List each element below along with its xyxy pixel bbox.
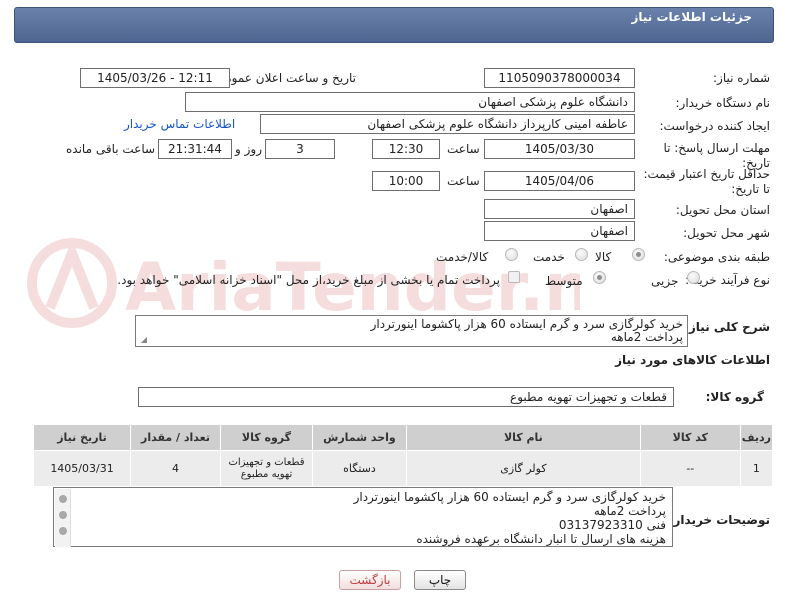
col-item-code: کد کالا bbox=[639, 424, 741, 451]
category-label: طبقه بندی موضوعی: bbox=[663, 250, 770, 264]
province-field: اصفهان bbox=[484, 199, 635, 219]
description-textarea[interactable]: خرید کولرگازی سرد و گرم ایستاده 60 هزار … bbox=[135, 315, 688, 347]
category-goods-label: کالا bbox=[595, 250, 612, 264]
buyer-notes-line-1: خرید کولرگازی سرد و گرم ایستاده 60 هزار … bbox=[353, 490, 666, 504]
cell-item-code: -- bbox=[639, 450, 741, 487]
col-item-group: گروه کالا bbox=[220, 424, 313, 451]
buyer-notes-scrollbar[interactable] bbox=[55, 489, 71, 547]
days-label: روز و bbox=[235, 142, 262, 156]
category-service-label: خدمت bbox=[533, 250, 565, 264]
requester-field: عاطفه امینی کارپرداز دانشگاه علوم پزشکی … bbox=[260, 114, 635, 134]
page-title: جزئیات اطلاعات نیاز bbox=[631, 10, 752, 24]
table-row[interactable]: 1 -- کولر گازی دستگاه قطعات و تجهیزات ته… bbox=[32, 450, 774, 487]
category-service-radio[interactable] bbox=[575, 248, 588, 261]
treasury-payment-checkbox[interactable] bbox=[508, 271, 520, 283]
goods-section-title: اطلاعات کالاهای مورد نیاز bbox=[615, 353, 770, 367]
category-goods-service-radio[interactable] bbox=[505, 248, 518, 261]
scroll-thumb-icon[interactable] bbox=[59, 511, 67, 519]
announce-label: تاریخ و ساعت اعلان عمومی: bbox=[211, 71, 356, 85]
scroll-up-icon[interactable] bbox=[59, 495, 67, 503]
purchase-minor-radio[interactable] bbox=[687, 271, 700, 284]
resize-grip-icon[interactable]: ◢ bbox=[139, 336, 147, 344]
buyer-notes-label: توضیحات خریدار: bbox=[668, 513, 770, 527]
deadline-time-field: 12:30 bbox=[372, 139, 440, 159]
category-goods-radio[interactable] bbox=[632, 248, 645, 261]
back-button[interactable]: بازگشت bbox=[339, 570, 401, 590]
cell-quantity: 4 bbox=[130, 450, 221, 487]
category-goods-service-label: کالا/خدمت bbox=[436, 250, 489, 264]
price-time-label: ساعت bbox=[447, 174, 480, 188]
contact-info-link[interactable]: اطلاعات تماس خریدار bbox=[124, 117, 235, 131]
need-number-label: شماره نیاز: bbox=[713, 71, 770, 85]
buyer-org-field: دانشگاه علوم پزشکی اصفهان bbox=[185, 92, 635, 112]
buyer-notes-line-4: هزینه های ارسال تا انبار دانشگاه برعهده … bbox=[416, 532, 666, 546]
requester-label: ایجاد کننده درخواست: bbox=[659, 119, 770, 133]
buyer-org-label: نام دستگاه خریدار: bbox=[675, 96, 771, 110]
remaining-label: ساعت باقی مانده bbox=[66, 142, 156, 156]
buyer-notes-textarea[interactable]: خرید کولرگازی سرد و گرم ایستاده 60 هزار … bbox=[53, 487, 673, 547]
col-need-date: تاریخ نیاز bbox=[32, 424, 132, 451]
table-header-row: ردیف کد کالا نام کالا واحد شمارش گروه کا… bbox=[32, 424, 774, 451]
days-field: 3 bbox=[265, 139, 335, 159]
goods-table: ردیف کد کالا نام کالا واحد شمارش گروه کا… bbox=[32, 424, 774, 487]
col-unit: واحد شمارش bbox=[311, 424, 407, 451]
col-row-number: ردیف bbox=[739, 424, 774, 451]
price-validity-label: حداقل تاریخ اعتبار قیمت: تا تاریخ: bbox=[643, 167, 770, 196]
goods-group-field: قطعات و تجهیزات تهویه مطبوع bbox=[138, 387, 674, 407]
cell-row-number: 1 bbox=[739, 450, 774, 487]
goods-group-label: گروه کالا: bbox=[705, 390, 764, 404]
buyer-notes-line-2: پرداخت 2ماهه bbox=[593, 504, 666, 518]
cell-need-date: 1405/03/31 bbox=[32, 450, 132, 487]
cell-item-group: قطعات و تجهیزات تهویه مطبوع bbox=[220, 450, 313, 487]
cell-item-name: کولر گازی bbox=[405, 450, 641, 487]
price-date-field: 1405/04/06 bbox=[484, 171, 635, 191]
purchase-medium-label: متوسط bbox=[545, 274, 583, 288]
announce-field: 1405/03/26 - 12:11 bbox=[80, 68, 230, 88]
description-line-2: پرداخت 2ماهه bbox=[610, 330, 683, 344]
city-field: اصفهان bbox=[484, 221, 635, 241]
province-label: استان محل تحویل: bbox=[675, 203, 770, 217]
deadline-date-field: 1405/03/30 bbox=[484, 139, 635, 159]
treasury-payment-note: پرداخت تمام یا بخشی از مبلغ خرید،از محل … bbox=[117, 273, 500, 287]
col-quantity: تعداد / مقدار bbox=[130, 424, 221, 451]
purchase-medium-radio[interactable] bbox=[593, 271, 606, 284]
need-number-field: 1105090378000034 bbox=[484, 68, 635, 88]
cell-unit: دستگاه bbox=[311, 450, 407, 487]
print-button[interactable]: چاپ bbox=[414, 570, 466, 590]
city-label: شهر محل تحویل: bbox=[683, 226, 770, 240]
description-line-1: خرید کولرگازی سرد و گرم ایستاده 60 هزار … bbox=[370, 317, 683, 331]
remaining-field: 21:31:44 bbox=[158, 139, 232, 159]
col-item-name: نام کالا bbox=[405, 424, 641, 451]
deadline-time-label: ساعت bbox=[447, 142, 480, 156]
buyer-notes-line-3: فنی 03137923310 bbox=[558, 518, 666, 532]
description-label: شرح کلی نیاز: bbox=[684, 320, 770, 334]
scroll-down-icon[interactable] bbox=[59, 527, 67, 535]
purchase-minor-label: جزیی bbox=[651, 274, 679, 288]
price-time-field: 10:00 bbox=[372, 171, 440, 191]
